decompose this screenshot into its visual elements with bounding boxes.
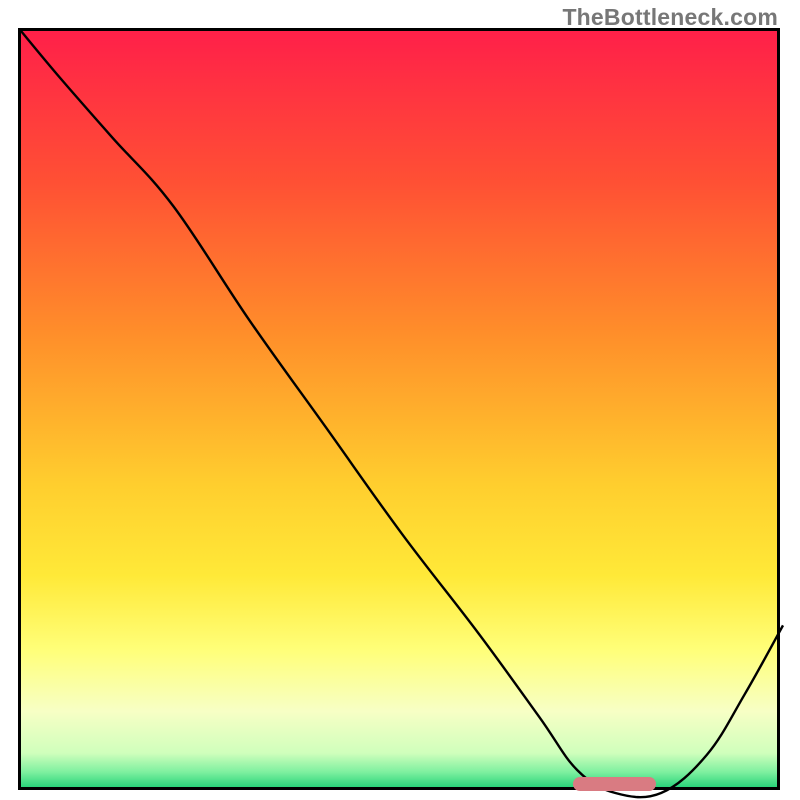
watermark-text: TheBottleneck.com — [562, 4, 778, 31]
bottleneck-curve — [21, 31, 783, 797]
chart-container: TheBottleneck.com — [0, 0, 800, 800]
plot-area — [18, 28, 780, 790]
optimal-marker — [573, 777, 656, 791]
curve-layer — [21, 31, 783, 793]
